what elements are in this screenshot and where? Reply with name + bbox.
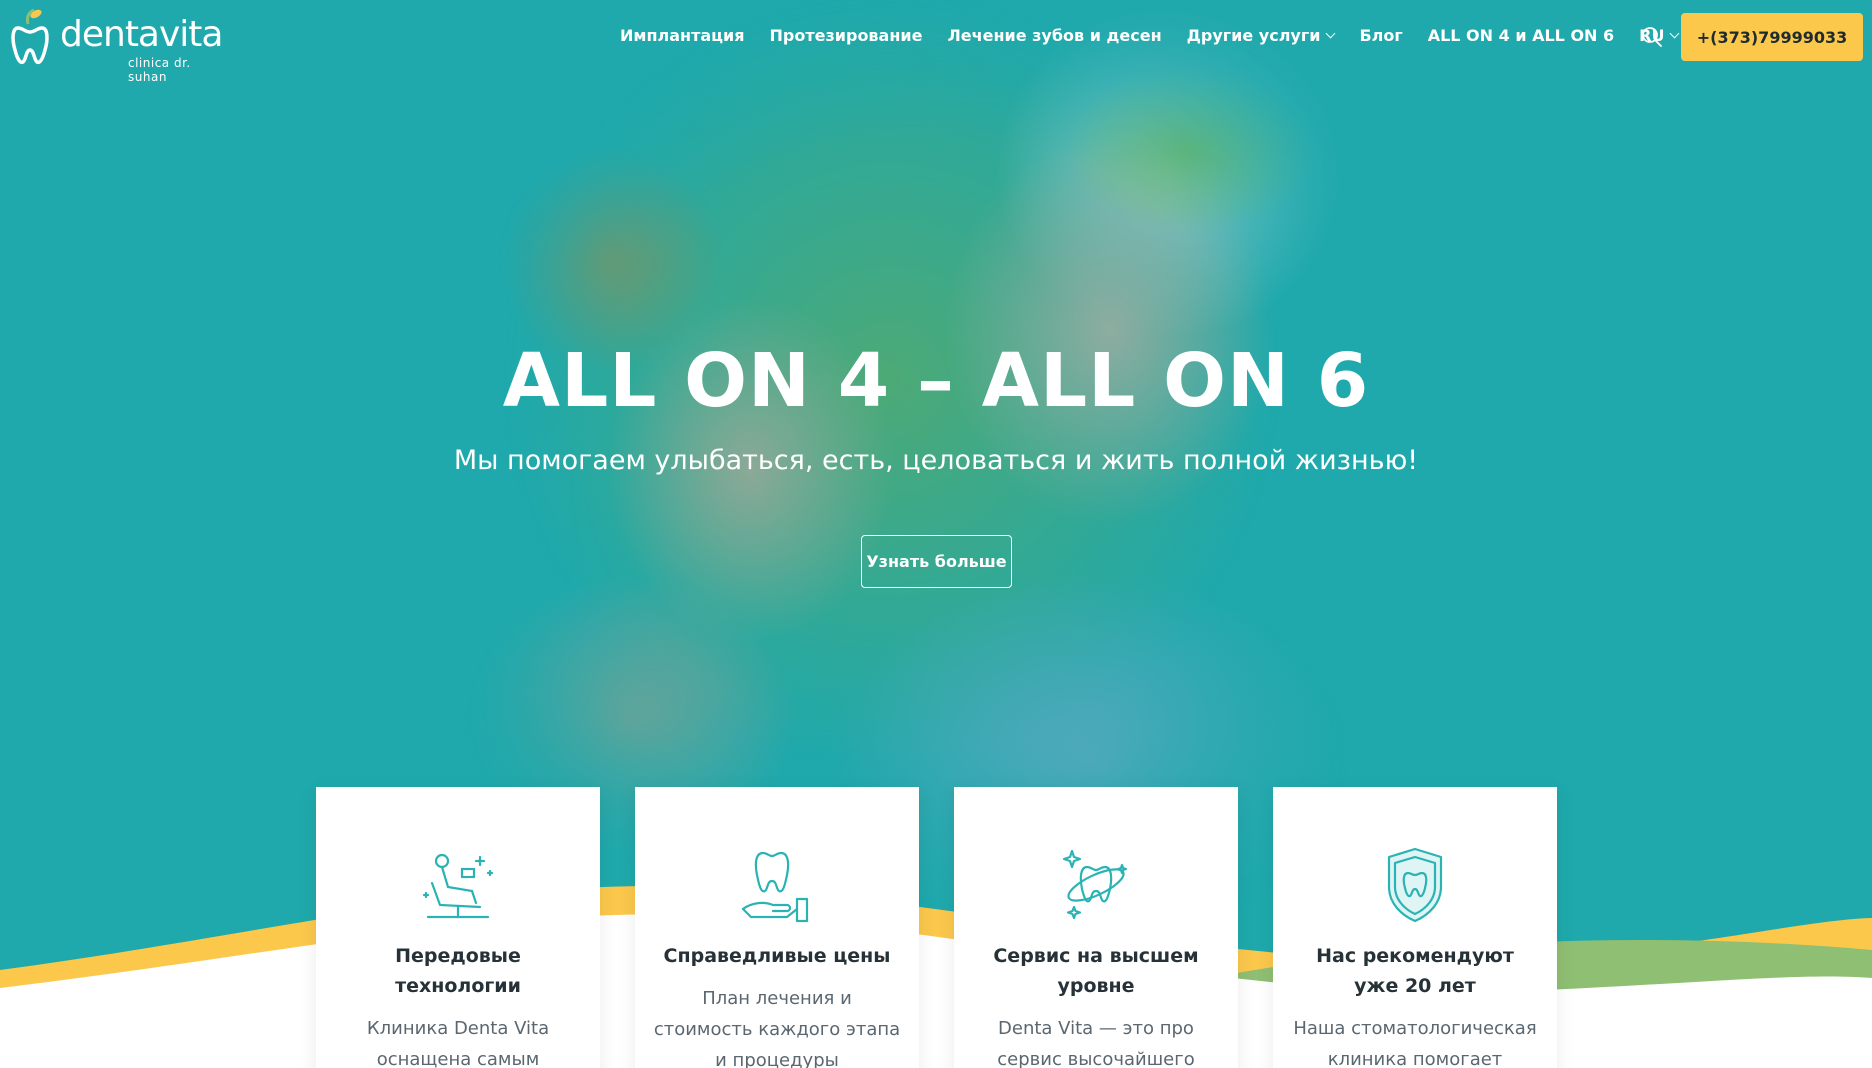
feature-title: Сервис на высшем уровне: [993, 945, 1199, 997]
chevron-down-icon: [1670, 28, 1680, 39]
nav-label: Лечение зубов и десен: [947, 26, 1162, 45]
nav-item-blog[interactable]: Блог: [1359, 26, 1402, 45]
nav-item-treatment[interactable]: Лечение зубов и десен: [947, 26, 1161, 45]
nav-label: Другие услуги: [1186, 26, 1321, 45]
site-logo[interactable]: dentavita clinica dr. suhan: [8, 6, 228, 84]
feature-title: Справедливые цены: [663, 945, 891, 967]
tooth-logo-icon: [11, 8, 49, 65]
features-row: Передовые технологии Клиника Denta Vita …: [316, 787, 1557, 1068]
nav-label: ALL ON 4 и ALL ON 6: [1427, 26, 1615, 45]
nav-label: Протезирование: [769, 26, 923, 45]
feature-card: Сервис на высшем уровне Denta Vita — это…: [954, 787, 1238, 1068]
nav-item-other-services[interactable]: Другие услуги: [1186, 26, 1336, 45]
feature-text: Denta Vita — это про сервис высочайшего: [997, 1018, 1195, 1068]
feature-card: Нас рекомендуют уже 20 лет Наша стоматол…: [1273, 787, 1557, 1068]
nav-item-prosthetics[interactable]: Протезирование: [770, 26, 923, 45]
phone-button[interactable]: +(373)79999033: [1681, 13, 1863, 61]
chevron-down-icon: [1325, 28, 1336, 39]
dental-chair-icon: [422, 853, 494, 919]
search-icon[interactable]: [1641, 26, 1663, 48]
feature-title: Передовые технологии: [395, 945, 521, 997]
feature-text: План лечения и стоимость каждого этапа и…: [653, 988, 901, 1068]
feature-text: Наша стоматологическая клиника помогает: [1293, 1018, 1537, 1068]
site-header: dentavita clinica dr. suhan Имплантация …: [0, 0, 1872, 84]
hero-subtitle: Мы помогаем улыбаться, есть, целоваться …: [453, 445, 1419, 476]
hero-title: ALL ON 4 – ALL ON 6: [502, 338, 1370, 424]
nav-item-implantation[interactable]: Имплантация: [620, 26, 745, 45]
feature-card: Передовые технологии Клиника Denta Vita …: [316, 787, 600, 1068]
tooth-hand-icon: [741, 851, 809, 923]
feature-card: Справедливые цены План лечения и стоимос…: [635, 787, 919, 1068]
tooth-shield-icon: [1387, 847, 1443, 923]
logo-subtitle: clinica dr. suhan: [128, 56, 191, 84]
feature-title: Нас рекомендуют уже 20 лет: [1316, 945, 1514, 997]
learn-more-button[interactable]: Узнать больше: [861, 535, 1012, 588]
nav-label: Блог: [1359, 26, 1403, 45]
logo-wordmark: dentavita: [60, 14, 223, 55]
nav-item-all-on[interactable]: ALL ON 4 и ALL ON 6: [1428, 26, 1614, 45]
feature-text: Клиника Denta Vita оснащена самым: [366, 1018, 550, 1068]
sparkling-tooth-icon: [1062, 849, 1128, 920]
nav-label: Имплантация: [620, 26, 745, 45]
main-nav: Имплантация Протезирование Лечение зубов…: [620, 26, 1703, 45]
